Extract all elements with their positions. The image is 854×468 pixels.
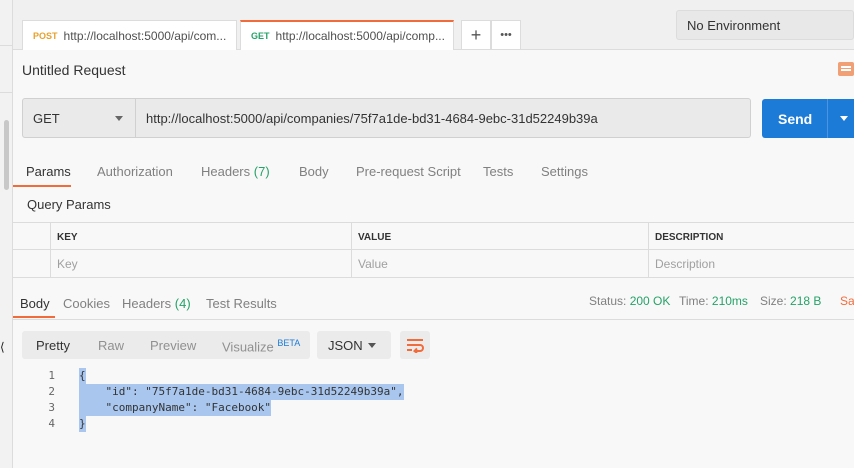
method-value: GET xyxy=(33,110,60,126)
value-input[interactable]: Value xyxy=(351,250,648,278)
view-visualize[interactable]: Visualize BETA xyxy=(222,338,300,354)
tab-title: http://localhost:5000/api/com... xyxy=(63,28,227,43)
wrap-lines-button[interactable] xyxy=(400,331,430,359)
comment-icon[interactable] xyxy=(838,62,854,76)
chevron-down-icon xyxy=(115,116,123,121)
format-select[interactable]: JSON xyxy=(317,331,391,359)
request-tab-bar: POST http://localhost:5000/api/com... GE… xyxy=(13,0,854,50)
size-value: 218 B xyxy=(790,294,822,308)
key-input[interactable]: Key xyxy=(50,250,351,278)
chevron-down-icon xyxy=(368,343,376,348)
visualize-label: Visualize xyxy=(222,339,274,355)
tab-authorization[interactable]: Authorization xyxy=(97,164,173,179)
beta-badge: BETA xyxy=(277,338,301,348)
tab-params[interactable]: Params xyxy=(26,164,71,179)
status-value: 200 OK xyxy=(629,294,671,308)
request-title[interactable]: Untitled Request xyxy=(22,62,126,78)
tab-body[interactable]: Body xyxy=(299,164,329,179)
save-response-button[interactable]: Sa xyxy=(840,294,854,308)
time-label: Time: xyxy=(679,294,709,308)
sidebar-scrollbar[interactable] xyxy=(4,120,9,190)
format-value: JSON xyxy=(328,337,363,353)
status-info: Status: 200 OK xyxy=(589,294,670,308)
view-raw[interactable]: Raw xyxy=(98,338,124,353)
divider xyxy=(0,45,13,46)
tab-title: http://localhost:5000/api/comp... xyxy=(275,29,445,43)
table-header-row: KEY VALUE DESCRIPTION xyxy=(13,222,854,251)
tab-pre-request-script[interactable]: Pre-request Script xyxy=(356,164,461,179)
active-tab-indicator xyxy=(13,316,55,318)
column-value: VALUE xyxy=(351,223,648,251)
size-info: Size: 218 B xyxy=(760,294,821,308)
method-label: POST xyxy=(33,30,58,41)
response-headers-count: (4) xyxy=(174,296,191,311)
tab-cookies[interactable]: Cookies xyxy=(63,296,110,311)
description-input[interactable]: Description xyxy=(648,250,848,278)
url-input[interactable]: http://localhost:5000/api/companies/75f7… xyxy=(136,98,751,138)
send-label: Send xyxy=(778,110,813,127)
environment-select[interactable]: No Environment xyxy=(676,10,854,40)
plus-icon: + xyxy=(470,24,482,45)
code-text: "id": "75f7a1de-bd31-4684-9ebc-31d52249b… xyxy=(79,384,404,400)
tab-test-results[interactable]: Test Results xyxy=(206,296,277,311)
tab-headers[interactable]: Headers (7) xyxy=(201,164,270,179)
send-button[interactable]: Send xyxy=(762,99,854,138)
tab-options-button[interactable]: ••• xyxy=(491,20,521,50)
query-params-title: Query Params xyxy=(27,197,111,212)
headers-count: (7) xyxy=(253,164,270,179)
active-tab-indicator xyxy=(13,185,71,187)
request-tabs: Params Authorization Headers (7) Body Pr… xyxy=(13,158,854,188)
tab-post-request[interactable]: POST http://localhost:5000/api/com... xyxy=(22,20,237,50)
code-text: "companyName": "Facebook" xyxy=(79,400,272,416)
size-label: Size: xyxy=(760,294,787,308)
tab-headers-label: Headers xyxy=(201,164,251,179)
tab-get-request[interactable]: GET http://localhost:5000/api/comp... xyxy=(240,20,454,50)
url-value: http://localhost:5000/api/companies/75f7… xyxy=(146,110,598,126)
line-number: 3 xyxy=(48,401,55,414)
mouse-cursor-icon: ⟨ xyxy=(0,340,5,354)
status-label: Status: xyxy=(589,294,627,308)
wrap-lines-icon xyxy=(407,339,424,353)
line-number: 1 xyxy=(48,369,55,382)
more-icon: ••• xyxy=(500,29,512,41)
time-value: 210ms xyxy=(711,294,748,308)
query-params-table: KEY VALUE DESCRIPTION Key Value Descript… xyxy=(13,222,854,278)
line-number: 4 xyxy=(48,417,55,430)
tab-response-headers-label: Headers xyxy=(122,296,172,311)
table-row: Key Value Description xyxy=(13,250,854,278)
divider xyxy=(827,99,828,138)
tab-tests[interactable]: Tests xyxy=(483,164,513,179)
tab-settings[interactable]: Settings xyxy=(541,164,588,179)
view-mode-bar: Pretty Raw Preview Visualize BETA xyxy=(22,331,310,359)
sidebar-collapsed xyxy=(0,0,13,468)
view-pretty[interactable]: Pretty xyxy=(36,338,70,353)
divider xyxy=(0,92,13,93)
tab-response-body[interactable]: Body xyxy=(20,296,50,311)
method-select[interactable]: GET xyxy=(22,98,136,138)
line-number: 2 xyxy=(48,385,55,398)
code-text: { xyxy=(79,368,86,384)
column-key: KEY xyxy=(50,223,351,251)
view-preview[interactable]: Preview xyxy=(150,338,196,353)
column-description: DESCRIPTION xyxy=(648,223,848,251)
environment-label: No Environment xyxy=(687,17,781,33)
method-label: GET xyxy=(251,31,270,41)
add-tab-button[interactable]: + xyxy=(461,20,491,50)
chevron-down-icon[interactable] xyxy=(840,116,848,121)
time-info: Time: 210ms xyxy=(679,294,748,308)
tab-response-headers[interactable]: Headers (4) xyxy=(122,296,191,311)
code-text: } xyxy=(79,416,86,432)
